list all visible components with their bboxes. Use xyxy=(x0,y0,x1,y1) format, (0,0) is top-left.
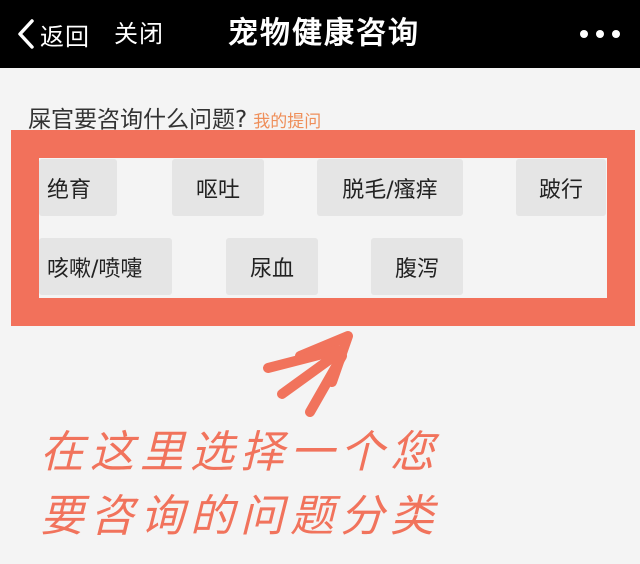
more-dot xyxy=(612,30,620,38)
page-title: 宠物健康咨询 xyxy=(228,16,420,51)
prompt-text: 屎官要咨询什么问题? xyxy=(28,107,248,133)
more-dot xyxy=(580,30,588,38)
navbar: 返回 关闭 宠物健康咨询 xyxy=(0,0,640,68)
category-button-limping[interactable]: 跛行 xyxy=(516,159,606,216)
category-button-vomiting[interactable]: 呕吐 xyxy=(172,159,264,216)
chevron-left-icon xyxy=(18,19,34,49)
back-label: 返回 xyxy=(40,22,90,51)
category-button-diarrhea[interactable]: 腹泻 xyxy=(371,238,463,295)
annotation-line-2: 要咨询的问题分类 xyxy=(40,491,440,542)
category-button-cough-sneeze[interactable]: 咳嗽/喷嚏 xyxy=(39,238,172,295)
more-dot xyxy=(596,30,604,38)
close-button[interactable]: 关闭 xyxy=(114,14,164,54)
category-button-hair-loss-itching[interactable]: 脱毛/瘙痒 xyxy=(317,159,463,216)
category-button-sterilization[interactable]: 绝育 xyxy=(39,159,117,216)
annotation-line-1: 在这里选择一个您 xyxy=(40,427,440,478)
back-button[interactable]: 返回 xyxy=(18,14,90,54)
question-prompt: 屎官要咨询什么问题? 我的提问 xyxy=(28,100,321,134)
my-questions-link[interactable]: 我的提问 xyxy=(253,107,321,132)
more-dots-icon[interactable] xyxy=(580,24,620,44)
category-button-hematuria[interactable]: 尿血 xyxy=(226,238,318,295)
